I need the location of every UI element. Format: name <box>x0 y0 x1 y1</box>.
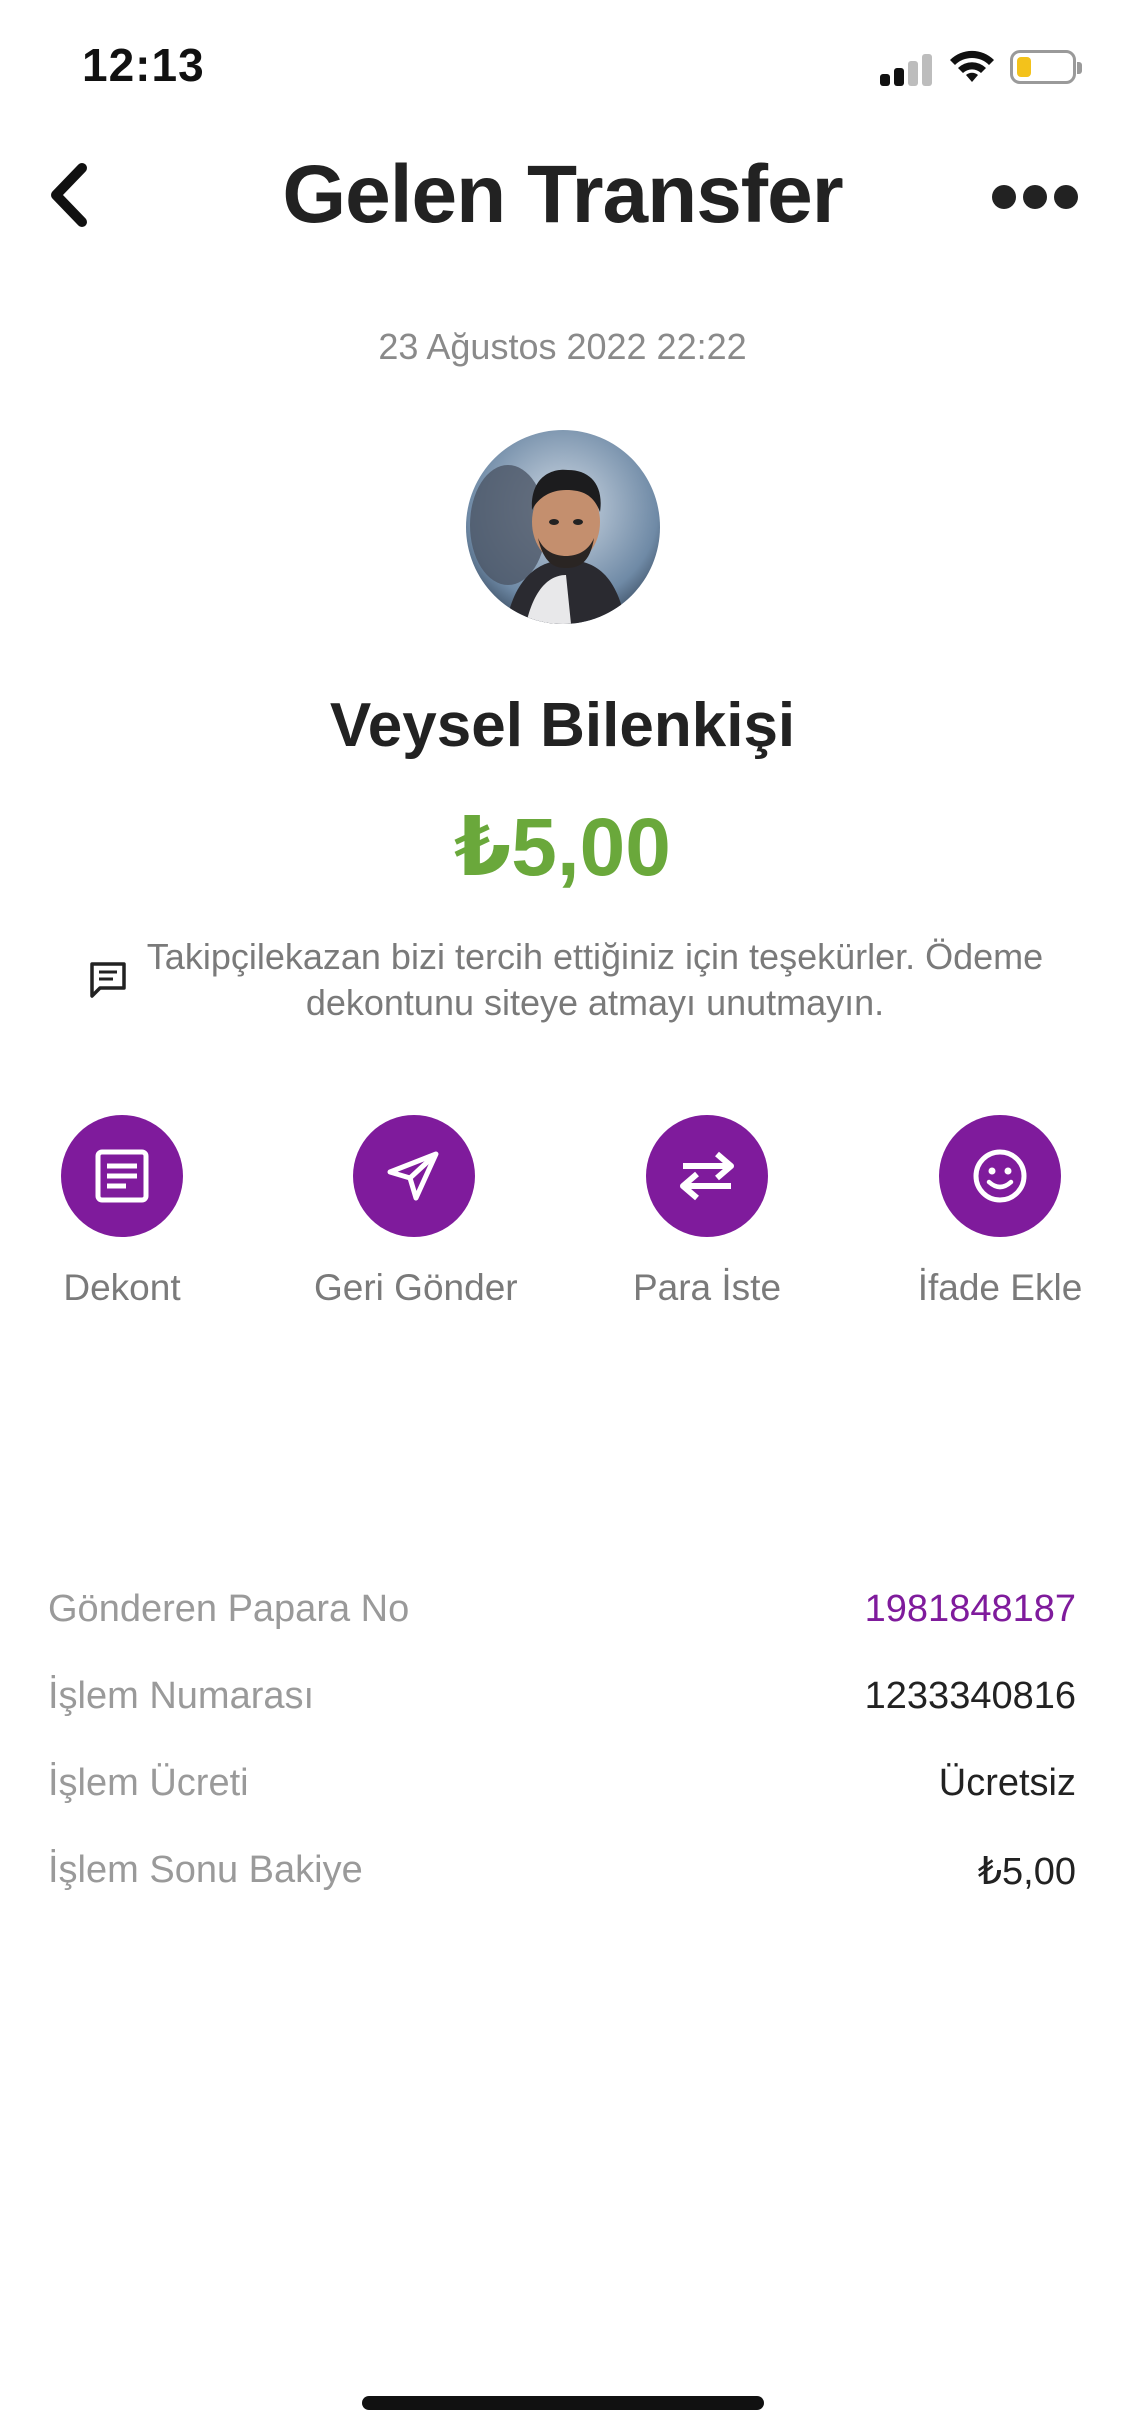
home-indicator <box>362 2396 764 2410</box>
more-options-icon[interactable] <box>990 182 1080 212</box>
sender-name: Veysel Bilenkişi <box>329 691 796 760</box>
detail-label: İşlem Ücreti <box>48 1762 249 1804</box>
wifi-icon <box>950 50 994 82</box>
battery-icon <box>1010 50 1082 84</box>
request-money-button[interactable]: Para İste <box>607 1115 807 1309</box>
transfer-amount: ₺5,00 <box>454 802 671 893</box>
sender-avatar <box>466 430 660 624</box>
add-reaction-label: İfade Ekle <box>917 1267 1083 1308</box>
detail-label: Gönderen Papara No <box>48 1588 410 1630</box>
detail-value: ₺5,00 <box>977 1851 1076 1893</box>
status-bar: 12:13 <box>0 0 1125 140</box>
sender-papara-no[interactable]: 1981848187 <box>865 1588 1076 1631</box>
receipt-button[interactable]: Dekont <box>22 1115 222 1309</box>
add-reaction-button[interactable]: İfade Ekle <box>900 1115 1100 1309</box>
status-time: 12:13 <box>82 39 205 91</box>
transfer-message: Takipçilekazan bizi tercih ettiğiniz içi… <box>146 936 1044 1023</box>
detail-label: İşlem Numarası <box>48 1675 315 1717</box>
detail-row-balance: İşlem Sonu Bakiye ₺5,00 <box>48 1849 1076 1909</box>
exchange-icon <box>646 1115 768 1237</box>
receipt-label: Dekont <box>63 1267 181 1308</box>
send-back-button[interactable]: Geri Gönder <box>314 1115 518 1309</box>
send-back-label: Geri Gönder <box>314 1267 518 1308</box>
request-money-label: Para İste <box>632 1267 782 1308</box>
signal-icon <box>880 52 932 86</box>
detail-row-transaction-no: İşlem Numarası 1233340816 <box>48 1675 1076 1735</box>
receipt-icon <box>61 1115 183 1237</box>
detail-value: Ücretsiz <box>938 1762 1076 1804</box>
detail-row-fee: İşlem Ücreti Ücretsiz <box>48 1762 1076 1822</box>
page-title: Gelen Transfer <box>282 149 843 240</box>
message-icon <box>90 962 126 998</box>
transaction-date: 23 Ağustos 2022 22:22 <box>378 326 747 367</box>
detail-label: İşlem Sonu Bakiye <box>48 1849 363 1891</box>
send-icon <box>353 1115 475 1237</box>
detail-value: 1233340816 <box>864 1675 1076 1717</box>
smiley-icon <box>939 1115 1061 1237</box>
detail-row-sender-no: Gönderen Papara No 1981848187 <box>48 1588 1076 1648</box>
